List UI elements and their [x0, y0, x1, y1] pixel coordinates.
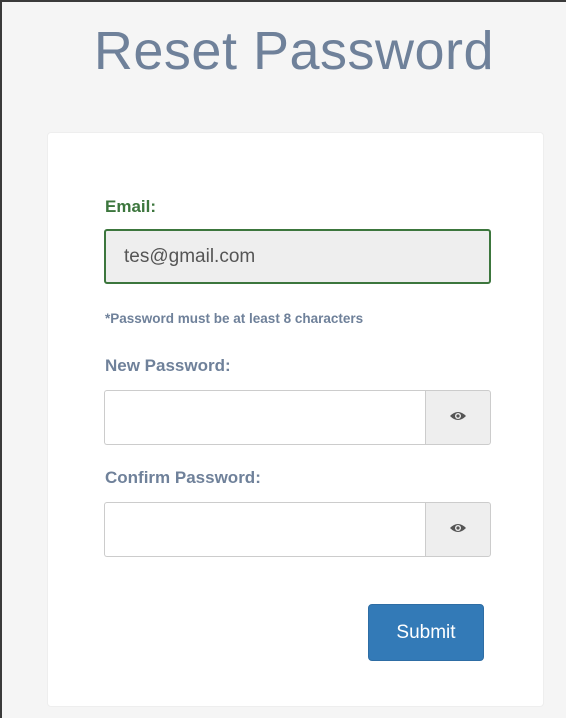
- page-frame: Reset Password Email: *Password must be …: [0, 0, 566, 718]
- confirm-password-label: Confirm Password:: [105, 468, 261, 487]
- eye-icon: [449, 409, 467, 427]
- email-label: Email:: [105, 197, 157, 216]
- password-hint: *Password must be at least 8 characters: [105, 311, 364, 326]
- confirm-password-toggle-button[interactable]: [425, 502, 491, 557]
- eye-icon: [449, 521, 467, 539]
- submit-button[interactable]: Submit: [368, 604, 484, 661]
- page-title: Reset Password: [93, 21, 495, 81]
- email-field[interactable]: [104, 229, 491, 284]
- new-password-label: New Password:: [105, 356, 231, 375]
- new-password-input[interactable]: [104, 390, 425, 445]
- confirm-password-group: [104, 502, 491, 557]
- new-password-group: [104, 390, 491, 445]
- reset-password-card: Email: *Password must be at least 8 char…: [47, 132, 544, 707]
- new-password-toggle-button[interactable]: [425, 390, 491, 445]
- confirm-password-input[interactable]: [104, 502, 425, 557]
